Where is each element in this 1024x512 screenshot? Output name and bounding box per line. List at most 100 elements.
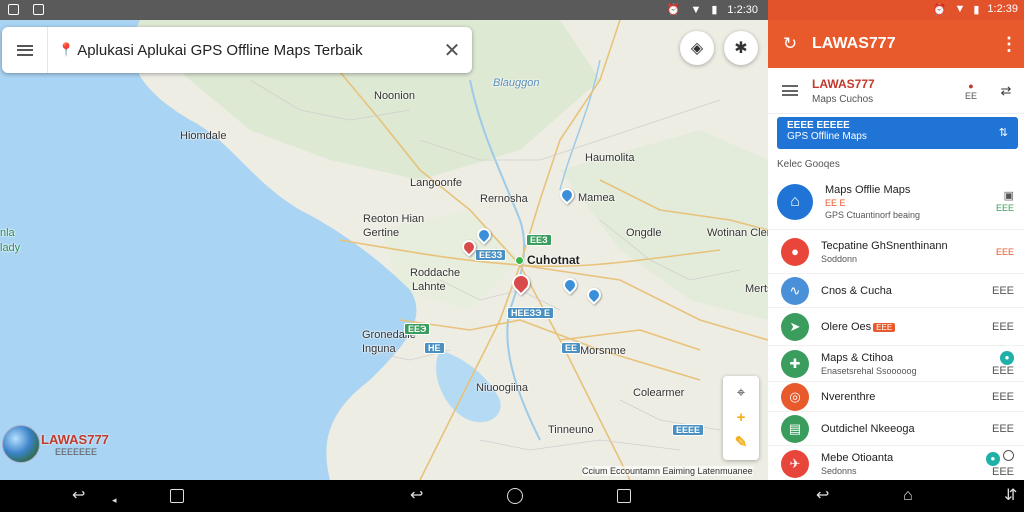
compass-button[interactable]: ◈ [680, 31, 714, 65]
map-label: lady [0, 242, 21, 254]
list-item[interactable]: ◎ Nverenthre ЕЕЕ [768, 382, 1024, 412]
zoom-in-icon[interactable]: + [737, 409, 746, 427]
list-item[interactable]: ➤ Olere Oes ЕЕЕ ЕЕЕ [768, 308, 1024, 346]
item-badge: ЕЕЕ [873, 322, 896, 332]
list-item[interactable]: ⌂ Maps Offlie Maps ЕЕ Е GPS Ctuantinorf … [768, 174, 1024, 230]
back-icon[interactable]: ↩ [410, 487, 423, 505]
road-badge: ЕЕЗ [526, 234, 552, 246]
back-icon[interactable]: ↩ [816, 487, 829, 505]
map-graphic [0, 20, 768, 480]
list-item[interactable]: ▤ Outdichel Nkeeoga ЕЕЕ [768, 412, 1024, 446]
app-title: LAWAS777 [812, 35, 896, 52]
layers-icon: ✱ [734, 40, 748, 57]
item-pre: ЕЕ Е [825, 197, 846, 208]
menu-icon [16, 44, 33, 56]
item-name: Cnos & Cucha [821, 284, 892, 297]
accessibility-icon[interactable]: ⇵ [1004, 487, 1017, 505]
indicator-text: ЕЕ [964, 90, 977, 101]
close-icon[interactable]: ✕ [432, 38, 472, 63]
list-item[interactable]: ∿ Cnos & Cucha ЕЕЕ [768, 274, 1024, 308]
banner-line2: GPS Offline Maps [787, 131, 867, 142]
recents-icon[interactable] [617, 489, 631, 503]
walk-icon: ✚ [781, 349, 809, 378]
search-title[interactable]: Aplukasi Aplukai GPS Offline Maps Terbai… [77, 42, 432, 59]
list-item[interactable]: ✚ Maps & Ctihoa Enasetsrehal Ssooooog ● … [768, 346, 1024, 382]
item-name: Olere Oes [821, 320, 872, 333]
wifi-icon: ▼ [690, 3, 702, 16]
home-icon[interactable] [507, 488, 523, 504]
map-label: Haumolita [585, 152, 635, 164]
road-badge: ЕЕЕЕ [672, 424, 705, 436]
alarm-icon: ⏰ [666, 4, 681, 16]
item-name: Maps & Ctihoa [821, 351, 894, 364]
item-sub: Enasetsrehal Ssooooog [821, 365, 917, 376]
app-bar: ↻ LAWAS777 ⋮ [768, 20, 1024, 68]
menu-button[interactable] [2, 27, 48, 73]
image-icon [8, 4, 19, 15]
directions-icon[interactable]: ⇄ [988, 83, 1024, 99]
info-icon: ● [985, 451, 1000, 466]
map-controls: ⌖ + ✎ [723, 376, 759, 460]
map-attribution: Ccium Eccountamn Eaiming Latenmuanee [582, 466, 753, 476]
road-badge: ЕЕЗЗ [475, 249, 507, 261]
brand-name: LAWAS777 [41, 431, 109, 447]
item-name: Maps Offlie Maps [825, 183, 911, 196]
road-badge: ЕЕЭ [404, 323, 431, 335]
item-trail: ● ЕЕЕ [991, 350, 1014, 377]
info-icon: ● [1000, 350, 1014, 365]
map-label: Tinneuno [548, 424, 594, 436]
map-label: Ongdle [626, 227, 662, 239]
image-icon: ▣ [1003, 190, 1014, 202]
offline-maps-banner[interactable]: ЕЕЕЕ ЕЕЕЕЕ GPS Offline Maps ⇅ [777, 117, 1018, 149]
layers-button[interactable]: ✱ [724, 31, 758, 65]
radio-icon [1003, 449, 1014, 461]
status-time: 1:2:39 [987, 3, 1018, 15]
list-item[interactable]: ● Tecpatine GhSnenthinann Soddonn ЕЕЕ [768, 230, 1024, 274]
pin-icon: 📍 [58, 42, 75, 57]
item-trail: ● ЕЕЕ [984, 449, 1024, 478]
status-time: 1:2:30 [727, 3, 758, 16]
map-view[interactable]: ⏰ ▼ ▮ 1:2:30 Noonion Blauggon Hiomdale H… [0, 0, 768, 512]
map-label: Niuoogiina [476, 382, 528, 394]
search-bar[interactable]: 📍 Aplukasi Aplukai GPS Offline Maps Terb… [2, 27, 472, 73]
panel-header[interactable]: LAWAS777 Maps Cuchos ● ЕЕ ⇄ [768, 68, 1024, 114]
panel-title: LAWAS777 [812, 76, 875, 91]
pin-indicator: ● ЕЕ [954, 81, 988, 101]
item-trail: ЕЕЕ [991, 390, 1014, 403]
map-label: Wotinan Clen [707, 227, 768, 239]
file-icon [33, 4, 44, 15]
map-label: Hiomdale [180, 130, 227, 142]
side-panel: ⏰ ▼ ▮ 1:2:39 ↻ LAWAS777 ⋮ LAWAS777 Maps … [768, 0, 1024, 480]
refresh-icon[interactable]: ↻ [768, 34, 812, 54]
alarm-icon: ⏰ [932, 4, 947, 16]
home-icon[interactable]: ⌂ [903, 487, 913, 505]
map-label: Inguna [362, 343, 396, 355]
more-options-icon[interactable]: ⋮ [994, 34, 1024, 55]
menu-icon[interactable] [782, 85, 798, 96]
list-item[interactable]: ✈ Mebe Otioanta Sedonns ● ЕЕЕ [768, 446, 1024, 480]
map-label: nla [0, 227, 15, 239]
car-icon: ◎ [781, 382, 809, 411]
globe-icon [2, 425, 40, 463]
item-name: Mebe Otioanta [821, 451, 894, 464]
road-badge: НЕЕЗЭ Е [507, 307, 555, 319]
back-icon[interactable]: ↩ [72, 487, 85, 505]
my-location-icon[interactable]: ⌖ [737, 384, 745, 402]
section-label: Kelec Gooqes [777, 159, 840, 170]
wifi-icon: ▼ [954, 3, 966, 15]
banner-line1: ЕЕЕЕ ЕЕЕЕЕ [787, 120, 850, 131]
recents-icon[interactable] [170, 489, 184, 503]
home-icon: ⌂ [777, 183, 813, 220]
item-name: Outdichel Nkeeoga [821, 422, 915, 435]
map-canvas[interactable]: Noonion Blauggon Hiomdale Haumolita Lang… [0, 20, 768, 480]
item-name: Tecpatine GhSnenthinann [821, 239, 948, 252]
map-label: Morsnme [580, 345, 626, 357]
item-trail: ЕЕЕ [991, 284, 1014, 297]
route-icon[interactable]: ✎ [735, 434, 748, 452]
bus-icon: ▤ [781, 414, 809, 443]
road-badge: НЕ [424, 342, 445, 354]
map-label-selected: Cuhotnat [527, 253, 580, 267]
system-nav-bar: ↩ ◂ ↩ ↩ ⌂ ⇵ [0, 480, 1024, 512]
status-bar: ⏰ ▼ ▮ 1:2:30 [0, 0, 768, 20]
map-label: Rernosha [480, 193, 528, 205]
